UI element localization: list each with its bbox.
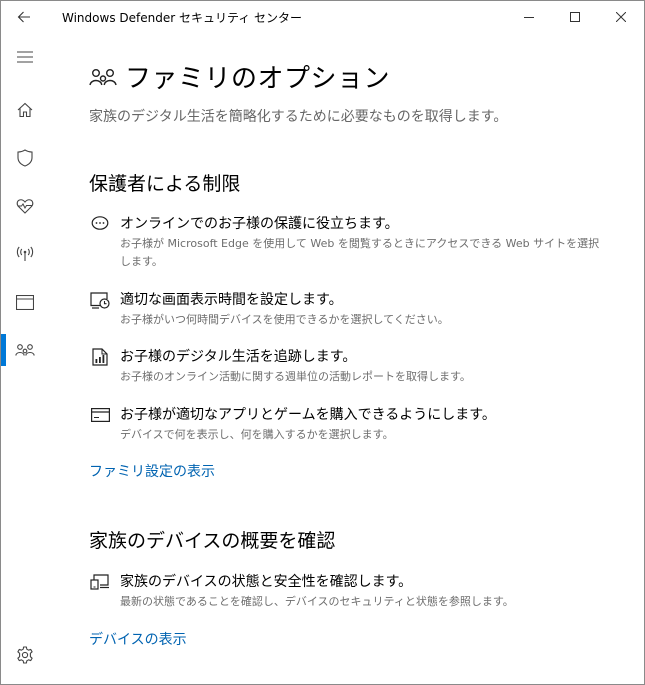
item-title: 家族のデバイスの状態と安全性を確認します。 [120,574,413,590]
item-title: オンラインでのお子様の保護に役立ちます。 [120,216,399,232]
credit-card-icon [89,405,111,425]
wireless-signal-icon [16,246,34,261]
maximize-button[interactable] [552,1,598,33]
section-title-parental-controls: 保護者による制限 [89,173,241,195]
section-title-family-devices: 家族のデバイスの概要を確認 [89,530,336,552]
view-devices-link[interactable]: デバイスの表示 [89,629,187,649]
devices-icon [89,572,111,592]
close-button[interactable] [598,1,644,33]
item-description: デバイスで何を表示し、何を購入するかを選択します。 [120,428,394,441]
family-icon [89,68,117,85]
back-button[interactable] [1,1,47,33]
sidebar-item-app-browser-control[interactable] [1,278,49,326]
sidebar-item-firewall[interactable] [1,230,49,278]
sidebar-item-home[interactable] [1,86,49,134]
active-indicator [1,334,6,366]
title-bar: Windows Defender セキュリティ センター [1,1,644,33]
list-item: お子様が適切なアプリとゲームを購入できるようにします。 デバイスで何を表示し、何… [89,404,609,444]
item-title: お子様が適切なアプリとゲームを購入できるようにします。 [120,407,496,423]
chat-bubble-icon [89,214,111,234]
sidebar [1,33,49,685]
sidebar-item-settings[interactable] [1,631,49,679]
family-settings-link[interactable]: ファミリ設定の表示 [89,461,215,481]
screen-time-icon [89,290,111,310]
page-title: ファミリのオプション [125,64,391,94]
page-header: ファミリのオプション [89,58,390,95]
item-description: 最新の状態であることを確認し、デバイスのセキュリティと状態を参照します。 [120,595,514,608]
back-arrow-icon [17,11,30,23]
window-title: Windows Defender セキュリティ センター [62,11,303,25]
item-description: お子様が Microsoft Edge を使用して Web を閲覧するときにアク… [120,237,600,268]
browser-window-icon [16,294,34,310]
list-item: お子様のデジタル生活を追跡します。 お子様のオンライン活動に関する週単位の活動レ… [89,346,609,386]
heart-pulse-icon [16,199,34,214]
app-window: Windows Defender セキュリティ センター ファミリのオプション … [0,0,645,685]
family-icon [15,344,35,356]
gear-icon [17,646,33,664]
item-description: お子様がいつ何時間デバイスを使用できるかを選択してください。 [120,313,449,326]
minimize-button[interactable] [506,1,552,33]
item-title: お子様のデジタル生活を追跡します。 [120,349,357,365]
list-item: 適切な画面表示時間を設定します。 お子様がいつ何時間デバイスを使用できるかを選択… [89,289,609,329]
maximize-icon [570,12,580,22]
sidebar-item-device-performance[interactable] [1,182,49,230]
hamburger-menu-button[interactable] [1,33,49,81]
item-description: お子様のオンライン活動に関する週単位の活動レポートを取得します。 [120,370,471,383]
minimize-icon [524,17,534,18]
item-title: 適切な画面表示時間を設定します。 [120,292,343,308]
page-description: 家族のデジタル生活を簡略化するために必要なものを取得します。 [89,109,508,125]
sidebar-item-virus-protection[interactable] [1,134,49,182]
shield-icon [17,149,33,167]
hamburger-menu-icon [17,51,33,63]
close-icon [616,12,626,22]
list-item: 家族のデバイスの状態と安全性を確認します。 最新の状態であることを確認し、デバイ… [89,571,609,611]
sidebar-item-family-options[interactable] [1,326,49,374]
home-icon [17,102,33,118]
list-item: オンラインでのお子様の保護に役立ちます。 お子様が Microsoft Edge… [89,213,609,269]
activity-report-icon [89,347,111,367]
